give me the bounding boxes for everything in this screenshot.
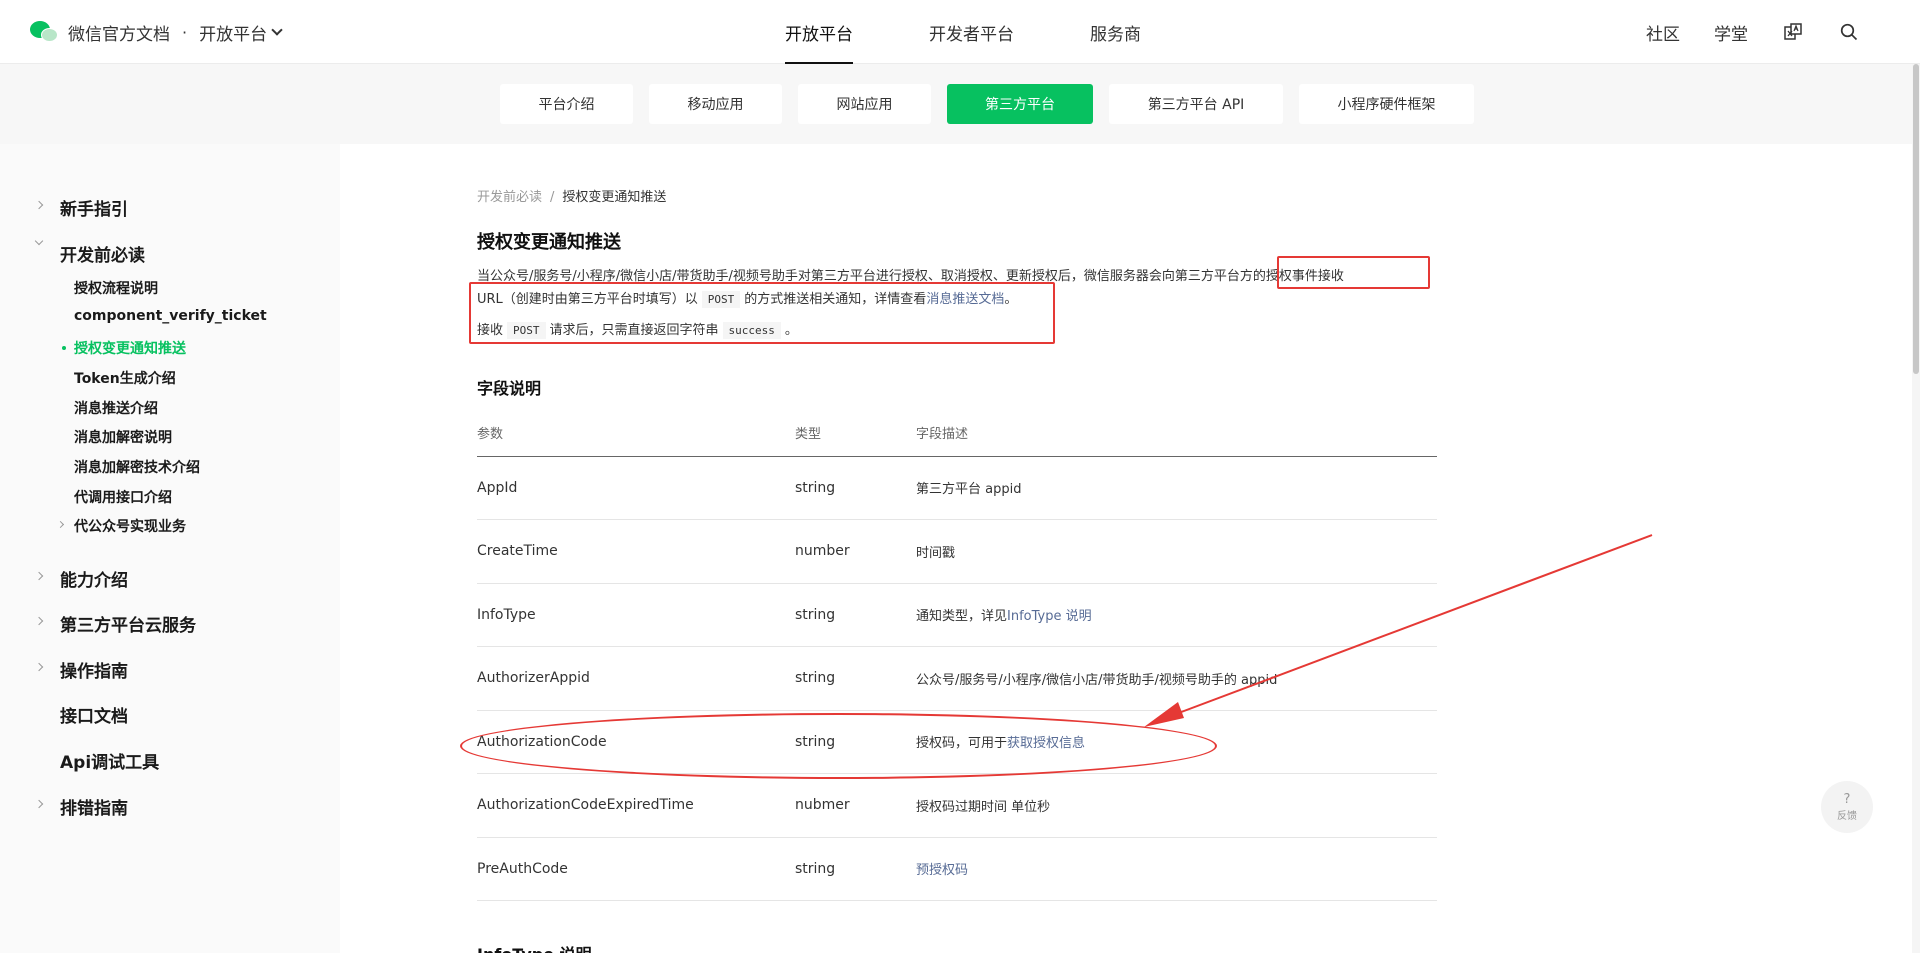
cell-type: nubmer xyxy=(795,773,916,838)
table-row: AuthorizerAppid string 公众号/服务号/小程序/微信小店/… xyxy=(477,646,1437,711)
header-type: 类型 xyxy=(795,410,916,457)
cell-desc: 公众号/服务号/小程序/微信小店/带货助手/视频号助手的 appid xyxy=(916,646,1437,711)
sidebar-item-auth-flow[interactable]: 授权流程说明 xyxy=(74,278,158,298)
pre-auth-code-link[interactable]: 预授权码 xyxy=(916,863,968,878)
table-row: AuthorizationCodeExpiredTime nubmer 授权码过… xyxy=(477,773,1437,838)
chevron-right-icon[interactable] xyxy=(34,571,44,581)
cell-desc: 时间戳 xyxy=(916,519,1437,584)
sub-nav: 平台介绍 移动应用 网站应用 第三方平台 第三方平台 API 小程序硬件框架 xyxy=(0,64,1920,144)
tab-mini-program-hardware[interactable]: 小程序硬件框架 xyxy=(1299,84,1474,124)
cell-param: InfoType xyxy=(477,583,795,647)
sidebar-item-msg-push[interactable]: 消息推送介绍 xyxy=(74,398,158,418)
cell-param: PreAuthCode xyxy=(477,837,795,901)
sidebar-item-msg-crypto[interactable]: 消息加解密说明 xyxy=(74,427,172,447)
top-navbar: 微信官方文档 · 开放平台 开放平台 开发者平台 服务商 社区 学堂 xyxy=(0,0,1920,64)
brand[interactable]: 微信官方文档 · 开放平台 xyxy=(30,18,283,46)
nav-academy[interactable]: 学堂 xyxy=(1714,20,1748,45)
chevron-down-icon[interactable] xyxy=(271,24,283,36)
question-icon: ? xyxy=(1843,791,1851,807)
header-param: 参数 xyxy=(477,410,795,457)
nav-service-provider[interactable]: 服务商 xyxy=(1090,0,1141,64)
breadcrumb-separator: / xyxy=(550,190,555,205)
annotation-box xyxy=(1277,256,1430,289)
fields-table: 参数 类型 字段描述 AppId string 第三方平台 appid Crea… xyxy=(477,410,1437,901)
cell-type: string xyxy=(795,583,916,647)
page-title: 授权变更通知推送 xyxy=(477,232,621,253)
sidebar-item-capabilities[interactable]: 能力介绍 xyxy=(60,566,128,591)
feedback-button[interactable]: ? 反馈 xyxy=(1821,781,1873,833)
cell-param: AuthorizerAppid xyxy=(477,646,795,711)
sidebar-item-getting-started[interactable]: 新手指引 xyxy=(60,195,128,220)
wechat-logo-icon xyxy=(30,19,60,45)
active-dot-icon xyxy=(62,346,66,350)
breadcrumb: 开发前必读 / 授权变更通知推送 xyxy=(477,186,666,205)
header-desc: 字段描述 xyxy=(916,410,1437,457)
table-row: PreAuthCode string 预授权码 xyxy=(477,837,1437,901)
cell-desc: 通知类型，详见InfoType 说明 xyxy=(916,583,1437,647)
sidebar-item-proxy-api[interactable]: 代调用接口介绍 xyxy=(74,487,172,507)
sidebar-item-guide[interactable]: 操作指南 xyxy=(60,657,128,682)
sidebar-item-token[interactable]: Token生成介绍 xyxy=(74,368,176,388)
scrollbar-thumb[interactable] xyxy=(1913,64,1919,374)
cell-type: string xyxy=(795,646,916,711)
table-row: AppId string 第三方平台 appid xyxy=(477,456,1437,520)
cell-desc: 预授权码 xyxy=(916,837,1437,901)
sidebar-item-verify-ticket[interactable]: component_verify_ticket xyxy=(74,308,267,324)
sidebar-item-cloud-service[interactable]: 第三方平台云服务 xyxy=(60,611,196,636)
sidebar-item-auth-change-push[interactable]: 授权变更通知推送 xyxy=(74,338,186,358)
chevron-down-icon[interactable] xyxy=(34,236,44,246)
infotype-section-title: InfoType 说明 xyxy=(477,941,592,953)
tab-third-party-api[interactable]: 第三方平台 API xyxy=(1109,84,1283,124)
brand-separator: · xyxy=(182,22,188,42)
right-nav: 社区 学堂 xyxy=(1612,0,1860,64)
tab-third-party-platform[interactable]: 第三方平台 xyxy=(947,84,1093,124)
chevron-right-icon[interactable] xyxy=(56,520,65,529)
nav-open-platform[interactable]: 开放平台 xyxy=(785,0,853,64)
cell-param: AuthorizationCodeExpiredTime xyxy=(477,773,795,838)
main-nav: 开放平台 开发者平台 服务商 xyxy=(785,0,1217,64)
table-header-row: 参数 类型 字段描述 xyxy=(477,410,1437,457)
sidebar-item-api-debug[interactable]: Api调试工具 xyxy=(60,748,159,773)
brand-title: 微信官方文档 xyxy=(68,24,170,45)
tab-website-app[interactable]: 网站应用 xyxy=(798,84,931,124)
sidebar-item-pre-dev[interactable]: 开发前必读 xyxy=(60,241,145,266)
annotation-ellipse xyxy=(460,713,1217,779)
sidebar-item-msg-crypto-tech[interactable]: 消息加解密技术介绍 xyxy=(74,457,200,477)
nav-developer-platform[interactable]: 开发者平台 xyxy=(929,0,1014,64)
sidebar-item-proxy-business[interactable]: 代公众号实现业务 xyxy=(74,516,186,536)
cell-desc: 授权码过期时间 单位秒 xyxy=(916,773,1437,838)
search-icon[interactable] xyxy=(1838,21,1860,43)
chevron-right-icon[interactable] xyxy=(34,616,44,626)
annotation-box xyxy=(469,282,1055,344)
table-row: CreateTime number 时间戳 xyxy=(477,519,1437,584)
sidebar: 新手指引 开发前必读 授权流程说明 component_verify_ticke… xyxy=(0,144,340,953)
feedback-label: 反馈 xyxy=(1837,810,1857,822)
desc-text: 通知类型，详见 xyxy=(916,609,1008,625)
breadcrumb-parent[interactable]: 开发前必读 xyxy=(477,190,542,205)
cell-param: CreateTime xyxy=(477,519,795,584)
sidebar-item-api-docs[interactable]: 接口文档 xyxy=(60,702,128,727)
infotype-link[interactable]: InfoType 说明 xyxy=(1007,609,1092,624)
chevron-right-icon[interactable] xyxy=(34,200,44,210)
chevron-right-icon[interactable] xyxy=(34,662,44,672)
translate-icon[interactable] xyxy=(1782,21,1804,43)
sidebar-item-troubleshoot[interactable]: 排错指南 xyxy=(60,794,128,819)
breadcrumb-current: 授权变更通知推送 xyxy=(562,190,667,205)
tab-platform-intro[interactable]: 平台介绍 xyxy=(500,84,633,124)
nav-community[interactable]: 社区 xyxy=(1646,20,1680,45)
fields-section-title: 字段说明 xyxy=(477,379,542,398)
cell-desc: 第三方平台 appid xyxy=(916,456,1437,520)
tab-mobile-app[interactable]: 移动应用 xyxy=(649,84,782,124)
cell-param: AppId xyxy=(477,456,795,520)
cell-type: number xyxy=(795,519,916,584)
cell-type: string xyxy=(795,456,916,520)
chevron-right-icon[interactable] xyxy=(34,799,44,809)
table-row: InfoType string 通知类型，详见InfoType 说明 xyxy=(477,583,1437,647)
cell-type: string xyxy=(795,837,916,901)
platform-switch[interactable]: 开放平台 xyxy=(199,20,267,45)
